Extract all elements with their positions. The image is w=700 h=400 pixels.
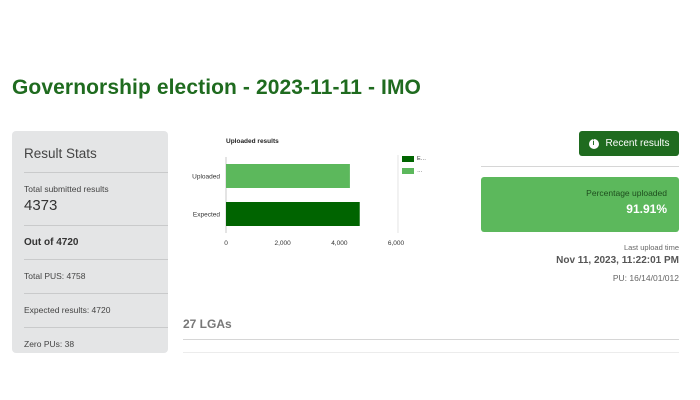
last-upload-label: Last upload time xyxy=(623,243,679,252)
stats-card-title: Result Stats xyxy=(24,146,97,161)
chart-legend: E… … xyxy=(402,154,426,178)
zero-pus: Zero PUs: 38 xyxy=(24,339,75,349)
x-tick-label: 2,000 xyxy=(275,240,292,247)
bar-expected xyxy=(226,202,360,226)
x-tick-label: 4,000 xyxy=(331,240,348,247)
percentage-uploaded-box: Percentage uploaded 91.91% xyxy=(481,177,679,232)
info-icon: i xyxy=(588,138,599,149)
total-pus: Total PUS: 4758 xyxy=(24,271,86,281)
stats-divider xyxy=(24,172,168,173)
lga-count-heading: 27 LGAs xyxy=(183,317,232,331)
out-of-total: Out of 4720 xyxy=(24,237,79,248)
header-divider xyxy=(481,166,679,167)
stats-divider xyxy=(24,259,168,260)
legend-label-expected: E… xyxy=(417,156,427,162)
percentage-uploaded-value: 91.91% xyxy=(626,202,667,216)
total-submitted-value: 4373 xyxy=(24,197,58,214)
lga-table-top xyxy=(183,352,679,353)
stats-divider xyxy=(24,225,168,226)
y-tick-label: Expected xyxy=(193,212,220,219)
legend-swatch-expected xyxy=(402,156,414,162)
lga-divider xyxy=(183,339,679,340)
result-stats-card: Result Stats Total submitted results 437… xyxy=(12,131,168,353)
last-upload-time: Nov 11, 2023, 11:22:01 PM xyxy=(556,255,679,266)
legend-item-uploaded[interactable]: … xyxy=(402,166,426,176)
page-title: Governorship election - 2023-11-11 - IMO xyxy=(12,76,421,99)
y-tick-label: Uploaded xyxy=(192,174,220,181)
uploaded-results-chart: Uploaded results 0 2,000 4,000 6,000 Uploade… xyxy=(180,133,440,253)
x-tick-label: 0 xyxy=(224,240,228,247)
expected-results: Expected results: 4720 xyxy=(24,305,111,315)
bar-chart-svg: 0 2,000 4,000 6,000 Uploaded Expected xyxy=(192,155,405,247)
legend-item-expected[interactable]: E… xyxy=(402,154,426,164)
last-upload-pu: PU: 16/14/01/012 xyxy=(612,273,679,283)
x-tick-label: 6,000 xyxy=(388,240,405,247)
legend-swatch-uploaded xyxy=(402,168,414,174)
recent-results-button[interactable]: i Recent results xyxy=(579,131,679,156)
recent-results-label: Recent results xyxy=(605,138,670,149)
bar-uploaded xyxy=(226,164,350,188)
total-submitted-label: Total submitted results xyxy=(24,184,109,194)
legend-label-uploaded: … xyxy=(417,168,423,174)
percentage-uploaded-label: Percentage uploaded xyxy=(586,188,667,198)
chart-title: Uploaded results xyxy=(226,138,279,145)
stats-divider xyxy=(24,327,168,328)
stats-divider xyxy=(24,293,168,294)
